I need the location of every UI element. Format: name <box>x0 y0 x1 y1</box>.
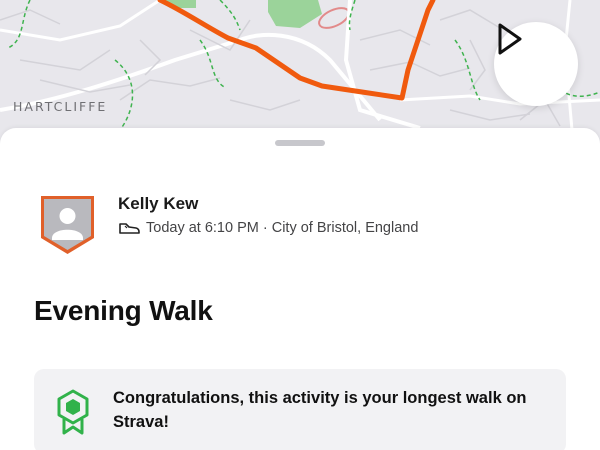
avatar[interactable] <box>39 194 96 256</box>
athlete-header[interactable]: Kelly Kew Today at 6:10 PM · City of Bri… <box>39 194 418 256</box>
sheet-drag-handle[interactable] <box>275 140 325 146</box>
achievement-text: Congratulations, this activity is your l… <box>113 389 527 431</box>
play-flyover-button[interactable] <box>494 22 578 106</box>
athlete-name[interactable]: Kelly Kew <box>118 194 418 214</box>
park-area <box>268 0 322 28</box>
achievement-banner: Congratulations, this activity is your l… <box>34 369 566 450</box>
activity-meta-text: Today at 6:10 PM · City of Bristol, Engl… <box>146 220 419 236</box>
activity-title: Evening Walk <box>34 295 213 326</box>
activity-meta: Today at 6:10 PM · City of Bristol, Engl… <box>118 220 418 236</box>
shoe-icon <box>119 223 140 234</box>
avatar-shield-icon <box>41 196 94 254</box>
ribbon-badge-icon <box>57 389 89 435</box>
play-icon <box>498 23 522 55</box>
map-area-label: HARTCLIFFE <box>13 99 108 114</box>
activity-sheet: Kelly Kew Today at 6:10 PM · City of Bri… <box>0 128 600 450</box>
